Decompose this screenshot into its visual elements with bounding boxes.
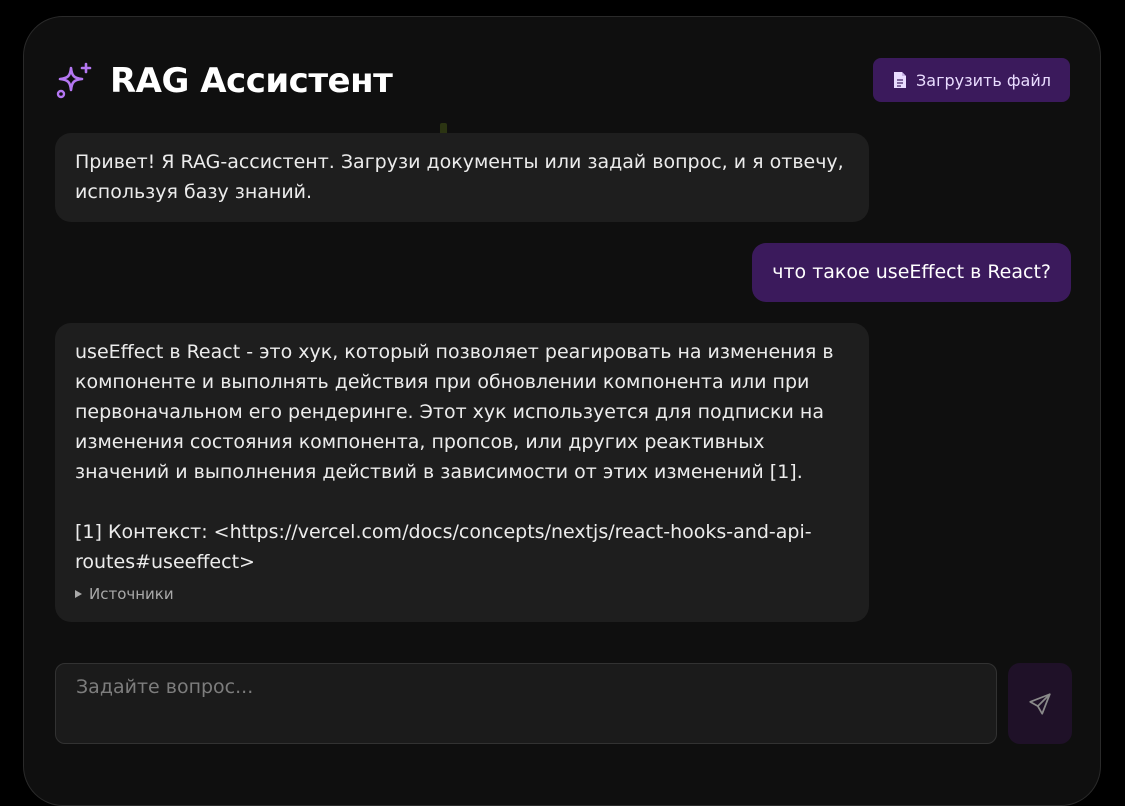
send-icon <box>1029 692 1051 715</box>
title-group: RAG Ассистент <box>54 57 393 105</box>
message-text: Привет! Я RAG-ассистент. Загрузи докумен… <box>75 151 844 203</box>
upload-file-button[interactable]: Загрузить файл <box>873 58 1070 102</box>
citation-text: [1] Контекст: <https://vercel.com/docs/c… <box>75 521 812 573</box>
document-icon <box>894 72 907 88</box>
upload-file-label: Загрузить файл <box>916 70 1051 90</box>
question-input[interactable] <box>55 663 997 744</box>
triangle-right-icon <box>75 590 82 598</box>
sources-label: Источники <box>89 585 174 603</box>
assistant-message: Привет! Я RAG-ассистент. Загрузи докумен… <box>55 133 869 222</box>
assistant-message: useEffect в React - это хук, который поз… <box>55 323 869 622</box>
app-title: RAG Ассистент <box>110 61 393 101</box>
sources-toggle[interactable]: Источники <box>75 584 174 604</box>
message-text: useEffect в React - это хук, который поз… <box>75 341 834 483</box>
header: RAG Ассистент Загрузить файл <box>54 57 1070 105</box>
message-text: что такое useEffect в React? <box>772 261 1051 283</box>
chat-window: RAG Ассистент Загрузить файл Привет! Я R… <box>23 16 1101 806</box>
send-button[interactable] <box>1008 663 1072 744</box>
user-message: что такое useEffect в React? <box>752 243 1071 302</box>
sparkle-icon <box>56 62 92 99</box>
